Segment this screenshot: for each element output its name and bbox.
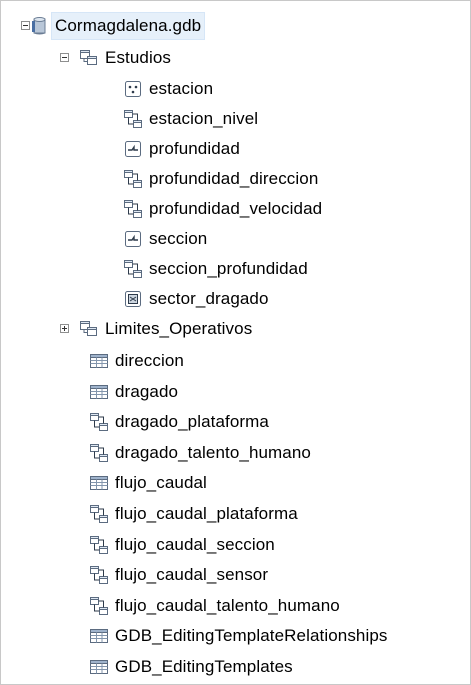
tree-node-estudios[interactable]: Estudios <box>60 45 172 71</box>
expand-toggle-icon[interactable] <box>60 324 69 333</box>
tree-node-label: Estudios <box>105 48 172 67</box>
tree-node[interactable]: seccion <box>123 226 207 252</box>
table-icon <box>89 473 109 493</box>
tree-node-label: estacion <box>149 79 214 98</box>
tree-node[interactable]: sector_dragado <box>123 286 269 312</box>
tree-node[interactable]: dragado_plataforma <box>89 409 269 435</box>
tree-node-label: GDB_EditingTemplateRelationships <box>115 626 388 646</box>
relationship-class-icon <box>89 443 109 463</box>
tree-node-label: sector_dragado <box>149 289 269 308</box>
tree-node-label: dragado_talento_humano <box>115 442 311 462</box>
table-icon <box>89 382 109 402</box>
line-feature-class-icon <box>123 139 143 159</box>
tree-node[interactable]: flujo_caudal_plataforma <box>89 501 298 527</box>
tree-node-label: profundidad_direccion <box>149 169 319 188</box>
tree-node[interactable]: flujo_caudal <box>89 470 207 496</box>
tree-node-label: flujo_caudal <box>115 473 207 493</box>
tree-node-label: direccion <box>115 351 184 370</box>
tree-node-root[interactable]: Cormagdalena.gdb <box>21 12 206 40</box>
tree-node-label: GDB_EditingTemplates <box>115 657 293 676</box>
tree-node[interactable]: GDB_EditingTemplateRelationships <box>89 623 388 649</box>
tree-node-label: seccion <box>149 229 208 248</box>
relationship-class-icon <box>123 169 143 189</box>
tree-node[interactable]: seccion_profundidad <box>123 256 308 282</box>
tree-node-label: flujo_caudal_plataforma <box>115 504 298 523</box>
relationship-class-icon <box>89 565 109 585</box>
table-icon <box>89 657 109 677</box>
tree-node[interactable]: dragado_talento_humano <box>89 440 311 466</box>
tree-node[interactable]: flujo_caudal_talento_humano <box>89 593 340 619</box>
relationship-class-icon <box>89 596 109 616</box>
tree-node-label: profundidad_velocidad <box>149 199 323 218</box>
relationship-class-icon <box>123 259 143 279</box>
feature-dataset-icon <box>79 48 99 68</box>
relationship-class-icon <box>89 535 109 555</box>
catalog-tree: Cormagdalena.gdb Estudios estacion estac… <box>1 1 470 684</box>
tree-node-label: profundidad <box>149 139 240 158</box>
tree-node[interactable]: GDB_EditingTemplates <box>89 654 293 680</box>
geodatabase-icon <box>29 16 49 36</box>
tree-node-label: estacion_nivel <box>149 109 259 128</box>
tree-node[interactable]: dragado <box>89 379 178 405</box>
tree-node-label: flujo_caudal_talento_humano <box>115 595 340 615</box>
feature-dataset-icon <box>79 319 99 339</box>
relationship-class-icon <box>123 109 143 129</box>
catalog-tree-panel: Cormagdalena.gdb Estudios estacion estac… <box>0 0 471 685</box>
table-icon <box>89 626 109 646</box>
tree-node-label: flujo_caudal_seccion <box>115 534 275 554</box>
tree-node-limites-operativos[interactable]: Limites_Operativos <box>60 316 253 342</box>
tree-node[interactable]: profundidad_velocidad <box>123 196 322 222</box>
tree-node-label: Cormagdalena.gdb <box>50 12 206 40</box>
tree-node[interactable]: direccion <box>89 348 184 374</box>
tree-node[interactable]: estacion <box>123 76 213 102</box>
polygon-feature-class-icon <box>123 289 143 309</box>
tree-node-label: Limites_Operativos <box>105 319 253 338</box>
point-feature-class-icon <box>123 79 143 99</box>
tree-node[interactable]: flujo_caudal_sensor <box>89 562 268 588</box>
tree-node-label: seccion_profundidad <box>149 259 308 278</box>
collapse-toggle-icon[interactable] <box>21 21 30 30</box>
tree-node[interactable]: profundidad <box>123 136 240 162</box>
tree-node[interactable]: profundidad_direccion <box>123 166 318 192</box>
tree-node[interactable]: flujo_caudal_seccion <box>89 532 275 558</box>
line-feature-class-icon <box>123 229 143 249</box>
collapse-toggle-icon[interactable] <box>60 53 69 62</box>
relationship-class-icon <box>89 504 109 524</box>
tree-node-label: dragado_plataforma <box>115 412 269 432</box>
relationship-class-icon <box>123 199 143 219</box>
relationship-class-icon <box>89 412 109 432</box>
tree-node[interactable]: estacion_nivel <box>123 106 258 132</box>
tree-node-label: flujo_caudal_sensor <box>115 565 269 585</box>
table-icon <box>89 351 109 371</box>
tree-node-label: dragado <box>115 381 179 401</box>
